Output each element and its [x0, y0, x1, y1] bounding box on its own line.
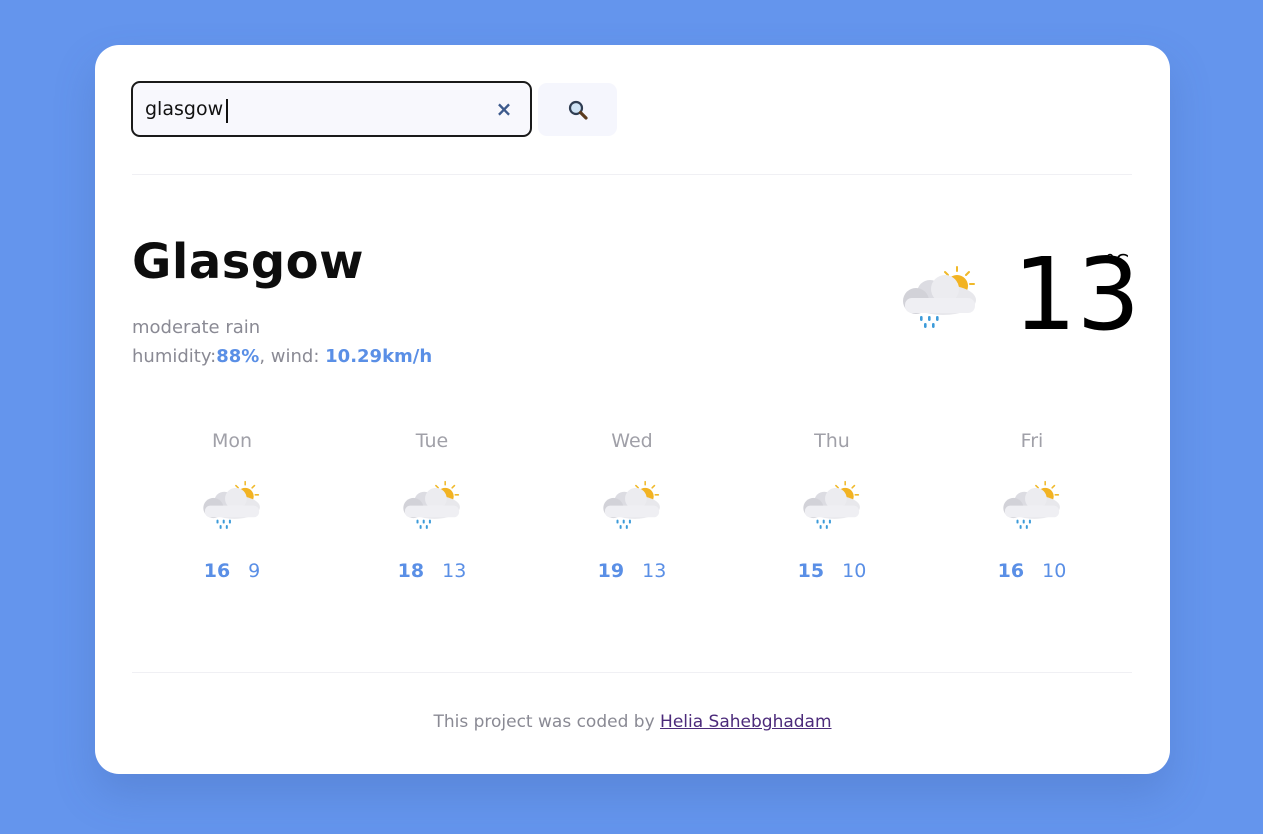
forecast-temps: 18 13	[332, 560, 532, 586]
forecast-max-temp: 18	[397, 560, 425, 582]
forecast-max-temp: 19	[597, 560, 625, 582]
sun-cloud-rain-icon	[903, 266, 976, 328]
forecast-max-temp: 16	[203, 560, 231, 582]
forecast-max-temp: 16	[997, 560, 1025, 582]
forecast-min-temp: 13	[642, 560, 667, 582]
forecast-temps: 19 13	[532, 560, 732, 586]
author-link[interactable]: Helia Sahebghadam	[660, 712, 832, 732]
search-input[interactable]	[145, 83, 485, 135]
search-button[interactable]	[538, 83, 617, 136]
forecast-day: Fri 16 10	[932, 430, 1132, 586]
forecast-max-temp: 15	[797, 560, 825, 582]
forecast-day: Wed 19 13	[532, 430, 732, 586]
forecast-temps: 15 10	[732, 560, 932, 586]
text-caret	[226, 99, 228, 123]
forecast-day: Thu 15 10	[732, 430, 932, 586]
forecast-day: Tue 18 13	[332, 430, 532, 586]
humidity-label: humidity:	[132, 346, 217, 367]
wind-value: 10.29km/h	[325, 346, 433, 367]
temperature-unit: °C	[1105, 250, 1129, 274]
sun-cloud-rain-icon	[603, 480, 660, 529]
wind-label: , wind:	[259, 346, 326, 367]
forecast-min-temp: 13	[442, 560, 467, 582]
sun-cloud-rain-icon	[803, 480, 860, 529]
weather-card: × Glasgow moderate rain humidity:88%, wi…	[95, 45, 1170, 774]
humidity-value: 88%	[216, 346, 260, 367]
sun-cloud-rain-icon	[1003, 480, 1060, 529]
sun-cloud-rain-icon	[203, 480, 260, 529]
forecast-min-temp: 10	[1042, 560, 1067, 582]
magnifier-icon	[568, 100, 588, 120]
forecast-min-temp: 9	[248, 560, 261, 582]
bottom-divider	[132, 672, 1132, 673]
weather-description: moderate rain	[132, 317, 261, 338]
forecast-day-name: Fri	[1020, 430, 1044, 452]
sun-cloud-rain-icon	[403, 480, 460, 529]
footer-text: This project was coded by	[433, 712, 661, 732]
top-divider	[132, 174, 1132, 175]
forecast-temps: 16 9	[132, 560, 332, 586]
forecast-day-name: Wed	[611, 430, 653, 452]
forecast-day-name: Mon	[211, 430, 253, 452]
forecast-day-name: Thu	[814, 430, 850, 452]
clear-icon[interactable]: ×	[492, 96, 516, 122]
forecast-day-name: Tue	[415, 430, 449, 452]
weather-details: humidity:88%, wind: 10.29km/h	[132, 346, 432, 367]
footer: This project was coded by Helia Sahebgha…	[95, 712, 1170, 732]
city-name: Glasgow	[132, 234, 364, 290]
forecast-temps: 16 10	[932, 560, 1132, 586]
search-field[interactable]: ×	[131, 81, 532, 137]
forecast-day: Mon 16 9	[132, 430, 332, 586]
forecast-min-temp: 10	[842, 560, 867, 582]
